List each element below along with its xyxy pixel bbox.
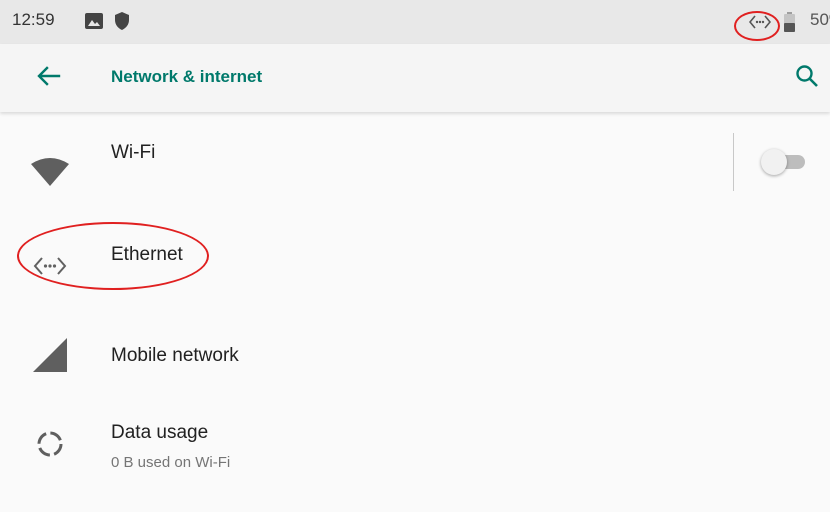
search-icon xyxy=(795,64,819,93)
search-button[interactable] xyxy=(792,63,822,93)
ethernet-title: Ethernet xyxy=(111,244,183,265)
toggle-thumb xyxy=(761,149,787,175)
wifi-title: Wi-Fi xyxy=(111,142,156,163)
ethernet-icon xyxy=(748,14,772,35)
wifi-icon xyxy=(30,152,70,192)
battery-icon xyxy=(784,12,795,37)
list-item-wifi[interactable]: Wi-Fi xyxy=(0,112,830,206)
data-usage-icon xyxy=(30,424,70,464)
shield-icon xyxy=(115,12,129,35)
back-button[interactable] xyxy=(34,64,64,92)
list-item-data-usage[interactable]: Data usage 0 B used on Wi-Fi xyxy=(0,406,830,488)
mobile-network-title: Mobile network xyxy=(111,345,239,366)
wifi-toggle[interactable] xyxy=(761,145,807,179)
status-bar: 12:59 50% xyxy=(0,0,830,44)
divider xyxy=(733,133,734,191)
image-icon xyxy=(85,13,103,34)
data-usage-summary: 0 B used on Wi-Fi xyxy=(111,454,231,471)
list-item-mobile-network[interactable]: Mobile network xyxy=(0,306,830,406)
status-time: 12:59 xyxy=(12,10,55,29)
list-item-ethernet[interactable]: Ethernet xyxy=(0,206,830,306)
ethernet-icon xyxy=(30,246,70,286)
battery-percent: 50% xyxy=(810,10,830,29)
signal-icon xyxy=(30,335,70,375)
toolbar: Network & internet xyxy=(0,44,830,112)
data-usage-title: Data usage xyxy=(111,422,209,443)
arrow-back-icon xyxy=(37,65,61,91)
page-title: Network & internet xyxy=(111,67,263,86)
